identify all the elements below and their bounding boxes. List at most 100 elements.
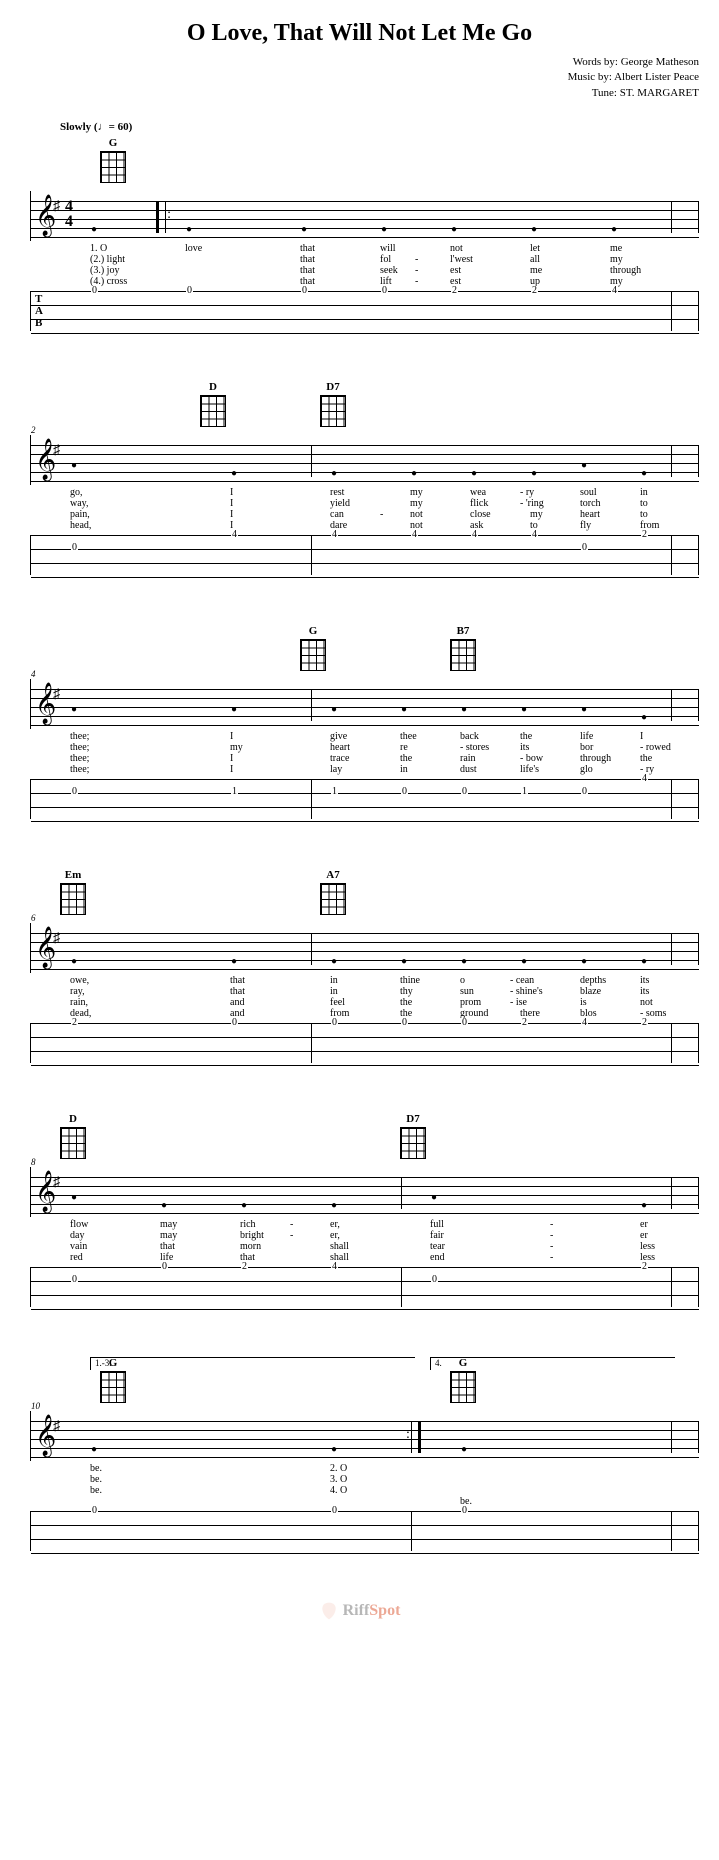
lyric-syllable: re <box>400 742 408 753</box>
lyric-syllable: - <box>290 1219 293 1230</box>
chord-symbol: G <box>100 137 126 183</box>
lyric-syllable: yield <box>330 498 350 509</box>
tab-fret-number: 2 <box>531 286 538 296</box>
chord-diagram <box>450 639 476 671</box>
lyric-syllable: soul <box>580 487 597 498</box>
tab-fret-number: 4 <box>611 286 618 296</box>
notehead: ● <box>521 705 527 715</box>
lyric-syllable: to <box>640 509 648 520</box>
notehead: ● <box>241 1201 247 1211</box>
lyric-syllable: way, <box>70 498 89 509</box>
lyric-syllable: trace <box>330 753 349 764</box>
chord-name: D <box>60 1113 86 1125</box>
notehead: ● <box>331 957 337 967</box>
lyric-syllable: thee; <box>70 764 89 775</box>
repeat-start-icon <box>156 201 166 233</box>
tab-fret-number: 0 <box>186 286 193 296</box>
tab-fret-number: 0 <box>71 1275 78 1285</box>
chord-diagram <box>320 395 346 427</box>
chord-symbol: A7 <box>320 869 346 915</box>
lyric-syllable: the <box>400 997 412 1008</box>
music-system: DD78𝄞♯●●●●●●flowmayrich-er,full-erdaymay… <box>20 1113 699 1307</box>
words-by: Words by: George Matheson <box>20 55 699 70</box>
notehead: ● <box>331 705 337 715</box>
tab-fret-number: 4 <box>411 530 418 540</box>
chord-diagram <box>100 151 126 183</box>
tab-fret-number: 0 <box>231 1018 238 1028</box>
lyric-syllable: full <box>430 1219 444 1230</box>
lyric-syllable: the <box>400 753 412 764</box>
notehead: ● <box>411 469 417 479</box>
notehead: ● <box>231 705 237 715</box>
chord-symbol: D <box>200 381 226 427</box>
lyric-syllable: rich <box>240 1219 256 1230</box>
lyric-syllable: be. <box>90 1474 102 1485</box>
lyric-verse-row: vainthatmornshalltear-less <box>30 1241 699 1252</box>
key-signature: ♯ <box>53 687 60 703</box>
tab-fret-number: 1 <box>521 787 528 797</box>
tab-fret-number: 4 <box>531 530 538 540</box>
lyric-syllable: - <box>415 254 418 265</box>
lyric-syllable: day <box>70 1230 84 1241</box>
lyric-syllable: my <box>410 487 423 498</box>
lyric-syllable: will <box>380 243 396 254</box>
lyric-verse-row: dead,andfromthegroundthereblos- soms <box>30 1008 699 1019</box>
lyric-syllable: - <box>380 509 383 520</box>
chord-diagram <box>300 639 326 671</box>
lyric-syllable: that <box>230 975 245 986</box>
lyric-syllable: (2.) light <box>90 254 125 265</box>
lyric-syllable: in <box>400 764 408 775</box>
barline <box>671 933 672 965</box>
barline <box>671 1511 672 1551</box>
barline <box>671 1421 672 1453</box>
lyric-verse-row: thee;Itracetherain- bowthroughthe <box>30 753 699 764</box>
lyric-syllable: that <box>160 1241 175 1252</box>
lyric-syllable: - <box>550 1230 553 1241</box>
lyric-syllable: - rowed <box>640 742 671 753</box>
barline <box>311 445 312 477</box>
barline <box>698 1023 699 1063</box>
tablature: 04444402 <box>30 535 699 575</box>
notehead: ● <box>581 957 587 967</box>
lyric-syllable: 4. O <box>330 1485 347 1496</box>
lyric-syllable: fair <box>430 1230 444 1241</box>
volta-bracket: 1.-3. <box>90 1357 415 1370</box>
lyric-syllable: heart <box>330 742 350 753</box>
notehead: ● <box>301 225 307 235</box>
lyric-verse-row: thee;myheartre- storesitsbor- rowed <box>30 742 699 753</box>
barline <box>698 1177 699 1209</box>
staff: 4𝄞♯●●●●●●●● <box>30 679 699 729</box>
barline <box>671 291 672 331</box>
lyric-syllable: flow <box>70 1219 88 1230</box>
tablature: 01100104 <box>30 779 699 819</box>
notehead: ● <box>431 1193 437 1203</box>
notehead: ● <box>231 469 237 479</box>
notehead: ● <box>471 469 477 479</box>
barline <box>671 689 672 721</box>
lyric-verse-row: (3.) joythatseek-estmethrough <box>30 265 699 276</box>
lyric-verse-row: head,Idarenotasktoflyfrom <box>30 520 699 531</box>
barline <box>698 1511 699 1551</box>
chord-symbol: D7 <box>320 381 346 427</box>
notehead: ● <box>231 957 237 967</box>
lyric-verse-row: redlifethatshallend-less <box>30 1252 699 1263</box>
chord-diagram <box>60 883 86 915</box>
staff: 2𝄞♯●●●●●●●● <box>30 435 699 485</box>
lyric-syllable: - ry <box>520 487 534 498</box>
lyric-syllable: my <box>230 742 243 753</box>
key-signature: ♯ <box>53 931 60 947</box>
tab-fret-number: 0 <box>401 787 408 797</box>
measure-number: 4 <box>31 669 36 679</box>
chord-name: A7 <box>320 869 346 881</box>
barline <box>698 689 699 721</box>
lyric-syllable: - <box>550 1219 553 1230</box>
barline <box>698 535 699 575</box>
lyric-syllable: be. <box>90 1463 102 1474</box>
tab-fret-number: 0 <box>71 787 78 797</box>
barline <box>698 933 699 965</box>
tab-label: TAB <box>35 293 43 329</box>
tab-fret-number: 4 <box>581 1018 588 1028</box>
key-signature: ♯ <box>53 443 60 459</box>
chord-symbol: G <box>300 625 326 671</box>
tab-fret-number: 0 <box>91 286 98 296</box>
